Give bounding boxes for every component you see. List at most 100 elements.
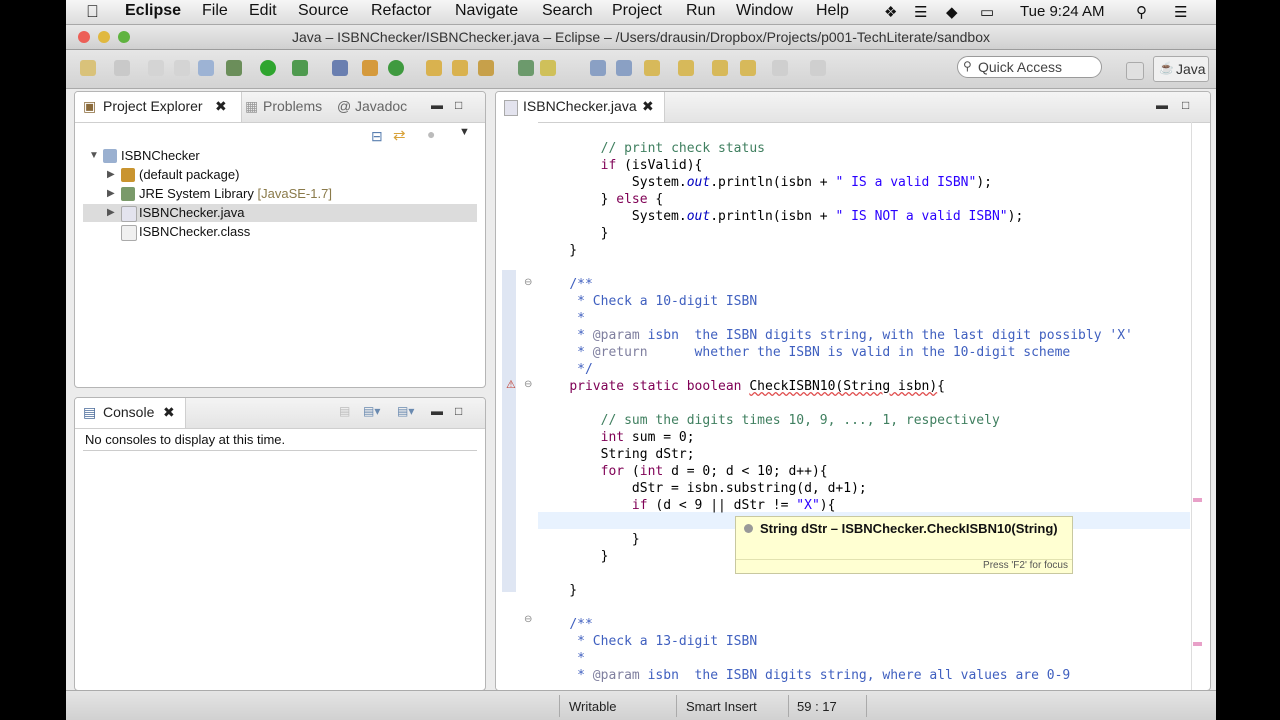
open-task-icon[interactable] [452, 60, 468, 76]
spotlight-icon[interactable]: ⚲ [1136, 3, 1147, 21]
code-line: dStr = isbn.substring(d, d+1); [538, 481, 867, 496]
minimize-icon[interactable]: ▬ [431, 404, 443, 418]
quick-access-field[interactable]: ⚲ Quick Access [957, 56, 1102, 78]
occurrence-marker[interactable] [1193, 642, 1202, 646]
occurrence-marker[interactable] [1193, 498, 1202, 502]
tree-node-project[interactable]: ▼ ISBNChecker [89, 147, 471, 165]
maximize-icon[interactable]: □ [1182, 98, 1189, 112]
back-icon[interactable] [712, 60, 728, 76]
back-dropdown-icon[interactable] [740, 60, 756, 76]
minimize-icon[interactable]: ▬ [1156, 98, 1168, 112]
volume-icon[interactable]: ◆ [946, 3, 958, 21]
close-tab-icon[interactable]: ✖ [215, 98, 227, 115]
new-dropdown-icon[interactable] [114, 60, 130, 76]
console-divider [83, 450, 477, 451]
menu-file[interactable]: File [202, 2, 228, 20]
menu-window[interactable]: Window [736, 2, 793, 20]
tree-node-default-package[interactable]: ▶ (default package) [107, 166, 469, 184]
close-tab-icon[interactable]: ✖ [163, 404, 175, 421]
toggle-mark-occurrences-icon[interactable] [540, 60, 556, 76]
problems-icon: ▦ [245, 98, 259, 114]
maximize-icon[interactable]: □ [455, 404, 462, 418]
maximize-icon[interactable]: □ [455, 98, 462, 112]
tree-node-isbnchecker-class[interactable]: ISBNChecker.class [109, 223, 469, 241]
editor-overview-ruler[interactable] [1191, 122, 1192, 690]
code-line: // sum the digits times 10, 9, ..., 1, r… [600, 413, 1000, 428]
menu-search[interactable]: Search [542, 2, 593, 20]
collapse-arrow-icon[interactable]: ▶ [107, 166, 115, 184]
open-type-icon[interactable] [426, 60, 442, 76]
code-line: /** [569, 617, 593, 632]
tab-console[interactable]: Console [103, 404, 154, 420]
debug-icon[interactable] [226, 60, 242, 76]
focus-active-task-icon[interactable]: ● [427, 126, 435, 142]
next-edit-icon[interactable] [644, 60, 660, 76]
menu-source[interactable]: Source [298, 2, 349, 20]
code-line: if (isValid){ [600, 158, 703, 173]
dropbox-icon[interactable]: ❖ [884, 3, 897, 21]
next-annotation-icon[interactable] [518, 60, 534, 76]
code-line: * @param isbn the ISBN digits string, wi… [569, 328, 1133, 343]
warning-marker-icon[interactable]: ⚠ [506, 378, 516, 391]
code-line: * @param isbn the ISBN digits string, wh… [569, 668, 1071, 683]
code-line: * [569, 651, 585, 666]
pin-console-icon[interactable]: ▤ [339, 404, 350, 418]
display-console-icon[interactable]: ▤▾ [363, 404, 380, 418]
status-divider [676, 695, 677, 717]
forward-icon[interactable] [772, 60, 788, 76]
new-java-package-icon[interactable] [362, 60, 378, 76]
print-icon[interactable] [198, 60, 214, 76]
menu-project[interactable]: Project [612, 2, 662, 20]
notification-center-icon[interactable]: ☰ [1174, 3, 1187, 21]
code-line: } [538, 226, 609, 241]
tab-project-explorer[interactable]: Project Explorer [103, 98, 203, 114]
tree-node-jre-library[interactable]: ▶ JRE System Library [JavaSE-1.7] [107, 185, 469, 203]
tab-javadoc[interactable]: Javadoc [355, 98, 407, 114]
hover-tooltip[interactable]: String dStr – ISBNChecker.CheckISBN10(St… [735, 516, 1073, 574]
open-perspective-icon[interactable] [1126, 62, 1144, 80]
link-with-editor-icon[interactable]: ⇄ [393, 126, 406, 144]
fold-toggle-icon[interactable]: ⊖ [524, 379, 532, 390]
code-line: * Check a 10-digit ISBN [569, 294, 758, 309]
search-icon[interactable] [478, 60, 494, 76]
class-file-icon [121, 225, 137, 241]
status-cursor-position: 59 : 17 [797, 699, 837, 714]
screen:  Eclipse File Edit Source Refactor Navi… [66, 0, 1216, 720]
save-all-icon[interactable] [174, 60, 190, 76]
previous-edit-icon[interactable] [678, 60, 694, 76]
battery-icon[interactable]: ▭ [980, 3, 994, 21]
pin-editor-icon[interactable] [810, 60, 826, 76]
new-java-class-icon[interactable] [388, 60, 404, 76]
menu-navigate[interactable]: Navigate [455, 2, 518, 20]
menu-app-eclipse[interactable]: Eclipse [125, 2, 181, 20]
view-menu-icon[interactable]: ▼ [459, 126, 470, 138]
tab-isbnchecker-java[interactable]: ISBNChecker.java [523, 98, 637, 114]
open-console-icon[interactable]: ▤▾ [397, 404, 414, 418]
apple-icon[interactable]:  [86, 2, 99, 22]
menu-run[interactable]: Run [686, 2, 715, 20]
menu-refactor[interactable]: Refactor [371, 2, 431, 20]
run-external-icon[interactable] [292, 60, 308, 76]
collapse-arrow-icon[interactable]: ▶ [107, 204, 115, 222]
expand-arrow-icon[interactable]: ▼ [89, 147, 99, 165]
show-whitespace-icon[interactable] [616, 60, 632, 76]
fold-toggle-icon[interactable]: ⊖ [524, 614, 532, 625]
skip-breakpoints-icon[interactable] [332, 60, 348, 76]
collapse-arrow-icon[interactable]: ▶ [107, 185, 115, 203]
run-icon[interactable] [260, 60, 276, 76]
toggle-block-selection-icon[interactable] [590, 60, 606, 76]
perspective-switcher-java[interactable]: ☕ Java [1153, 56, 1209, 82]
tree-node-isbnchecker-java[interactable]: ▶ ISBNChecker.java [83, 204, 477, 222]
close-tab-icon[interactable]: ✖ [642, 98, 654, 115]
code-editor[interactable]: // print check status if (isValid){ Syst… [538, 132, 1170, 683]
minimize-icon[interactable]: ▬ [431, 98, 443, 112]
save-icon[interactable] [148, 60, 164, 76]
fold-toggle-icon[interactable]: ⊖ [524, 277, 532, 288]
menu-edit[interactable]: Edit [249, 2, 277, 20]
wifi-icon[interactable]: ☰ [914, 3, 927, 21]
menu-help[interactable]: Help [816, 2, 849, 20]
collapse-all-icon[interactable]: ⊟ [371, 128, 383, 145]
menubar-clock[interactable]: Tue 9:24 AM [1020, 3, 1105, 20]
new-icon[interactable] [80, 60, 96, 76]
tab-problems[interactable]: Problems [263, 98, 322, 114]
